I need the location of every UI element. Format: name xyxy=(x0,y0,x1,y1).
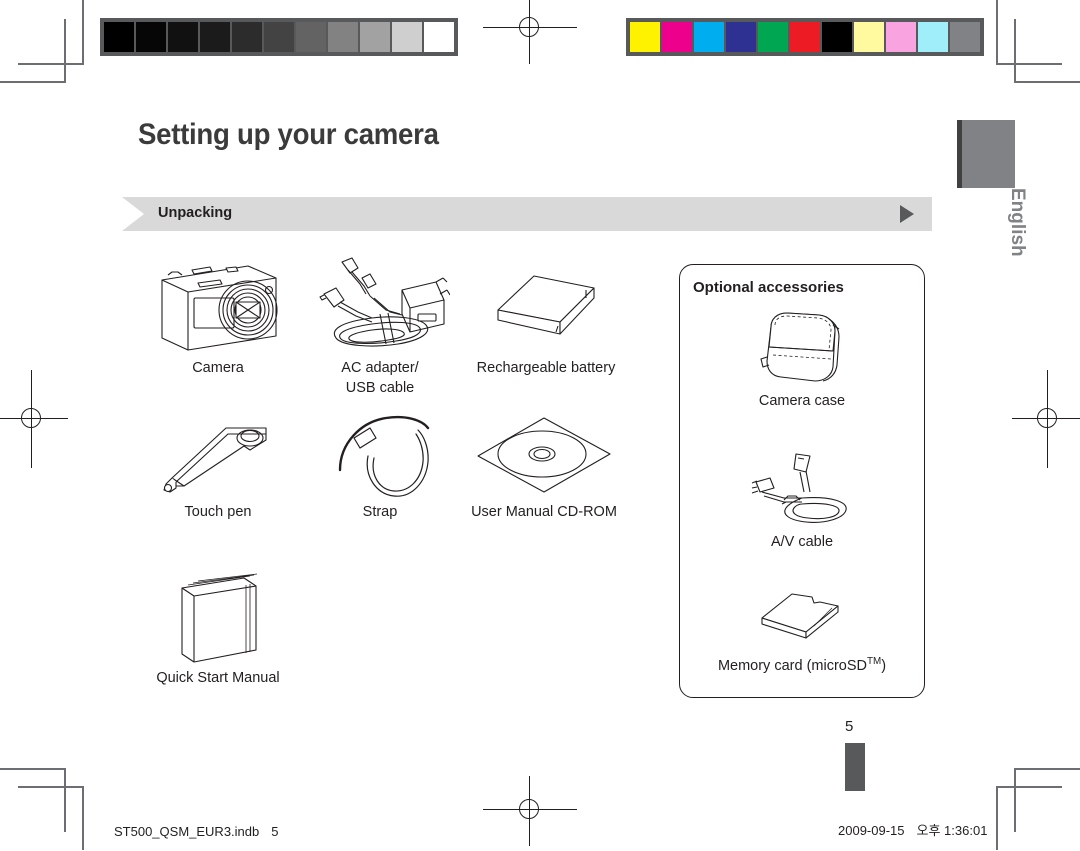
item-caption: Rechargeable battery xyxy=(476,360,616,376)
grayscale-swatch-8 xyxy=(360,22,390,52)
crop-line xyxy=(18,63,84,65)
footer-file-name: ST500_QSM_EUR3.indb xyxy=(114,824,260,839)
grayscale-calibration-strip xyxy=(100,18,458,56)
crop-line xyxy=(1014,768,1080,770)
memory-card-caption-prefix: Memory card (microSD xyxy=(717,657,867,674)
crop-line xyxy=(64,19,66,83)
registration-mark-top xyxy=(483,0,577,64)
ac-adapter-usb-cable-icon xyxy=(319,257,450,347)
unpacking-item-ac-adapter: AC adapter/ USB cable xyxy=(304,252,456,398)
grayscale-swatch-10 xyxy=(424,22,454,52)
grayscale-swatch-9 xyxy=(392,22,422,52)
color-swatch-8 xyxy=(886,22,916,52)
footer-file-page: 5 xyxy=(271,824,279,839)
grayscale-swatch-0 xyxy=(104,22,134,52)
color-swatch-9 xyxy=(918,22,948,52)
unpacking-item-quick-start-manual: Quick Start Manual xyxy=(148,572,288,688)
footer-timestamp: 2009-09-15 오후 1:36:01 xyxy=(838,820,987,839)
item-caption: Memory card (microSDTM) xyxy=(700,652,904,676)
unpacking-item-cd-rom: User Manual CD-ROM xyxy=(466,412,622,522)
crop-line xyxy=(64,768,66,832)
section-heading-label: Unpacking xyxy=(158,205,233,221)
user-manual-cd-rom-icon xyxy=(477,417,611,493)
unpacking-item-touch-pen: Touch pen xyxy=(148,412,288,522)
registration-mark-left xyxy=(0,370,68,468)
language-tab-block xyxy=(957,120,1015,188)
color-swatch-7 xyxy=(854,22,884,52)
grayscale-swatch-5 xyxy=(264,22,294,52)
optional-item-av-cable: A/V cable xyxy=(724,448,880,552)
footer-time: 1:36:01 xyxy=(944,823,988,838)
color-swatch-0 xyxy=(630,22,660,52)
grayscale-swatch-7 xyxy=(328,22,358,52)
crop-line xyxy=(996,0,998,64)
registration-crosshair-h xyxy=(0,418,68,420)
page-number: 5 xyxy=(845,718,854,735)
crop-line xyxy=(0,768,66,770)
color-swatch-6 xyxy=(822,22,852,52)
registration-crosshair-v xyxy=(1047,370,1049,468)
registration-mark-bottom xyxy=(483,776,577,846)
trademark-symbol: TM xyxy=(866,656,882,667)
color-swatch-3 xyxy=(726,22,756,52)
footer-file-info: ST500_QSM_EUR3.indb 5 xyxy=(114,824,278,839)
registration-crosshair-v xyxy=(529,0,531,64)
footer-meridiem: 오후 xyxy=(916,823,941,838)
crop-line xyxy=(1014,768,1016,832)
grayscale-swatch-6 xyxy=(296,22,326,52)
rechargeable-battery-icon xyxy=(497,275,595,335)
item-caption: Quick Start Manual xyxy=(156,670,280,686)
crop-line xyxy=(0,81,66,83)
unpacking-item-camera: Camera xyxy=(140,258,296,378)
color-swatch-1 xyxy=(662,22,692,52)
section-arrow-icon xyxy=(900,205,914,223)
color-swatch-2 xyxy=(694,22,724,52)
unpacking-item-strap: Strap xyxy=(318,410,442,522)
crop-line xyxy=(1014,81,1080,83)
registration-crosshair-h xyxy=(1012,418,1080,420)
item-caption: Camera case xyxy=(758,393,846,409)
memory-card-caption-suffix: ) xyxy=(881,657,887,674)
color-swatch-5 xyxy=(790,22,820,52)
optional-item-camera-case: Camera case xyxy=(724,305,880,411)
crop-line xyxy=(996,63,1062,65)
crop-line xyxy=(82,786,84,850)
crop-line xyxy=(18,786,84,788)
crop-line xyxy=(82,0,84,64)
color-swatch-10 xyxy=(950,22,980,52)
optional-accessories-title: Optional accessories xyxy=(693,279,844,296)
item-caption: A/V cable xyxy=(770,534,834,550)
unpacking-item-battery: Rechargeable battery xyxy=(470,258,622,378)
footer-date: 2009-09-15 xyxy=(838,823,905,838)
registration-mark-right xyxy=(1012,370,1080,468)
av-cable-icon xyxy=(751,453,847,523)
item-caption: Camera xyxy=(192,360,244,376)
registration-crosshair-v xyxy=(31,370,33,468)
color-swatch-4 xyxy=(758,22,788,52)
grayscale-swatch-2 xyxy=(168,22,198,52)
touch-pen-icon xyxy=(163,427,267,493)
language-tab-label: English xyxy=(1007,188,1028,257)
page-number-bar xyxy=(845,743,865,791)
page-title: Setting up your camera xyxy=(138,118,439,151)
crop-line xyxy=(996,786,998,850)
memory-card-icon xyxy=(761,593,839,639)
item-caption: Touch pen xyxy=(184,504,252,520)
camera-icon xyxy=(161,265,278,351)
registration-crosshair-v xyxy=(529,776,531,846)
item-caption: AC adapter/ USB cable xyxy=(341,360,419,396)
color-calibration-strip xyxy=(626,18,984,56)
grayscale-swatch-1 xyxy=(136,22,166,52)
section-header-bar: Unpacking xyxy=(122,197,932,231)
camera-case-icon xyxy=(760,312,840,382)
grayscale-swatch-4 xyxy=(232,22,262,52)
strap-icon xyxy=(338,415,430,497)
crop-line xyxy=(996,786,1062,788)
item-caption: Strap xyxy=(362,504,398,520)
item-caption: User Manual CD-ROM xyxy=(471,504,617,520)
grayscale-swatch-3 xyxy=(200,22,230,52)
crop-line xyxy=(1014,19,1016,83)
quick-start-manual-icon xyxy=(181,573,258,663)
optional-item-memory-card: Memory card (microSDTM) xyxy=(700,588,904,676)
